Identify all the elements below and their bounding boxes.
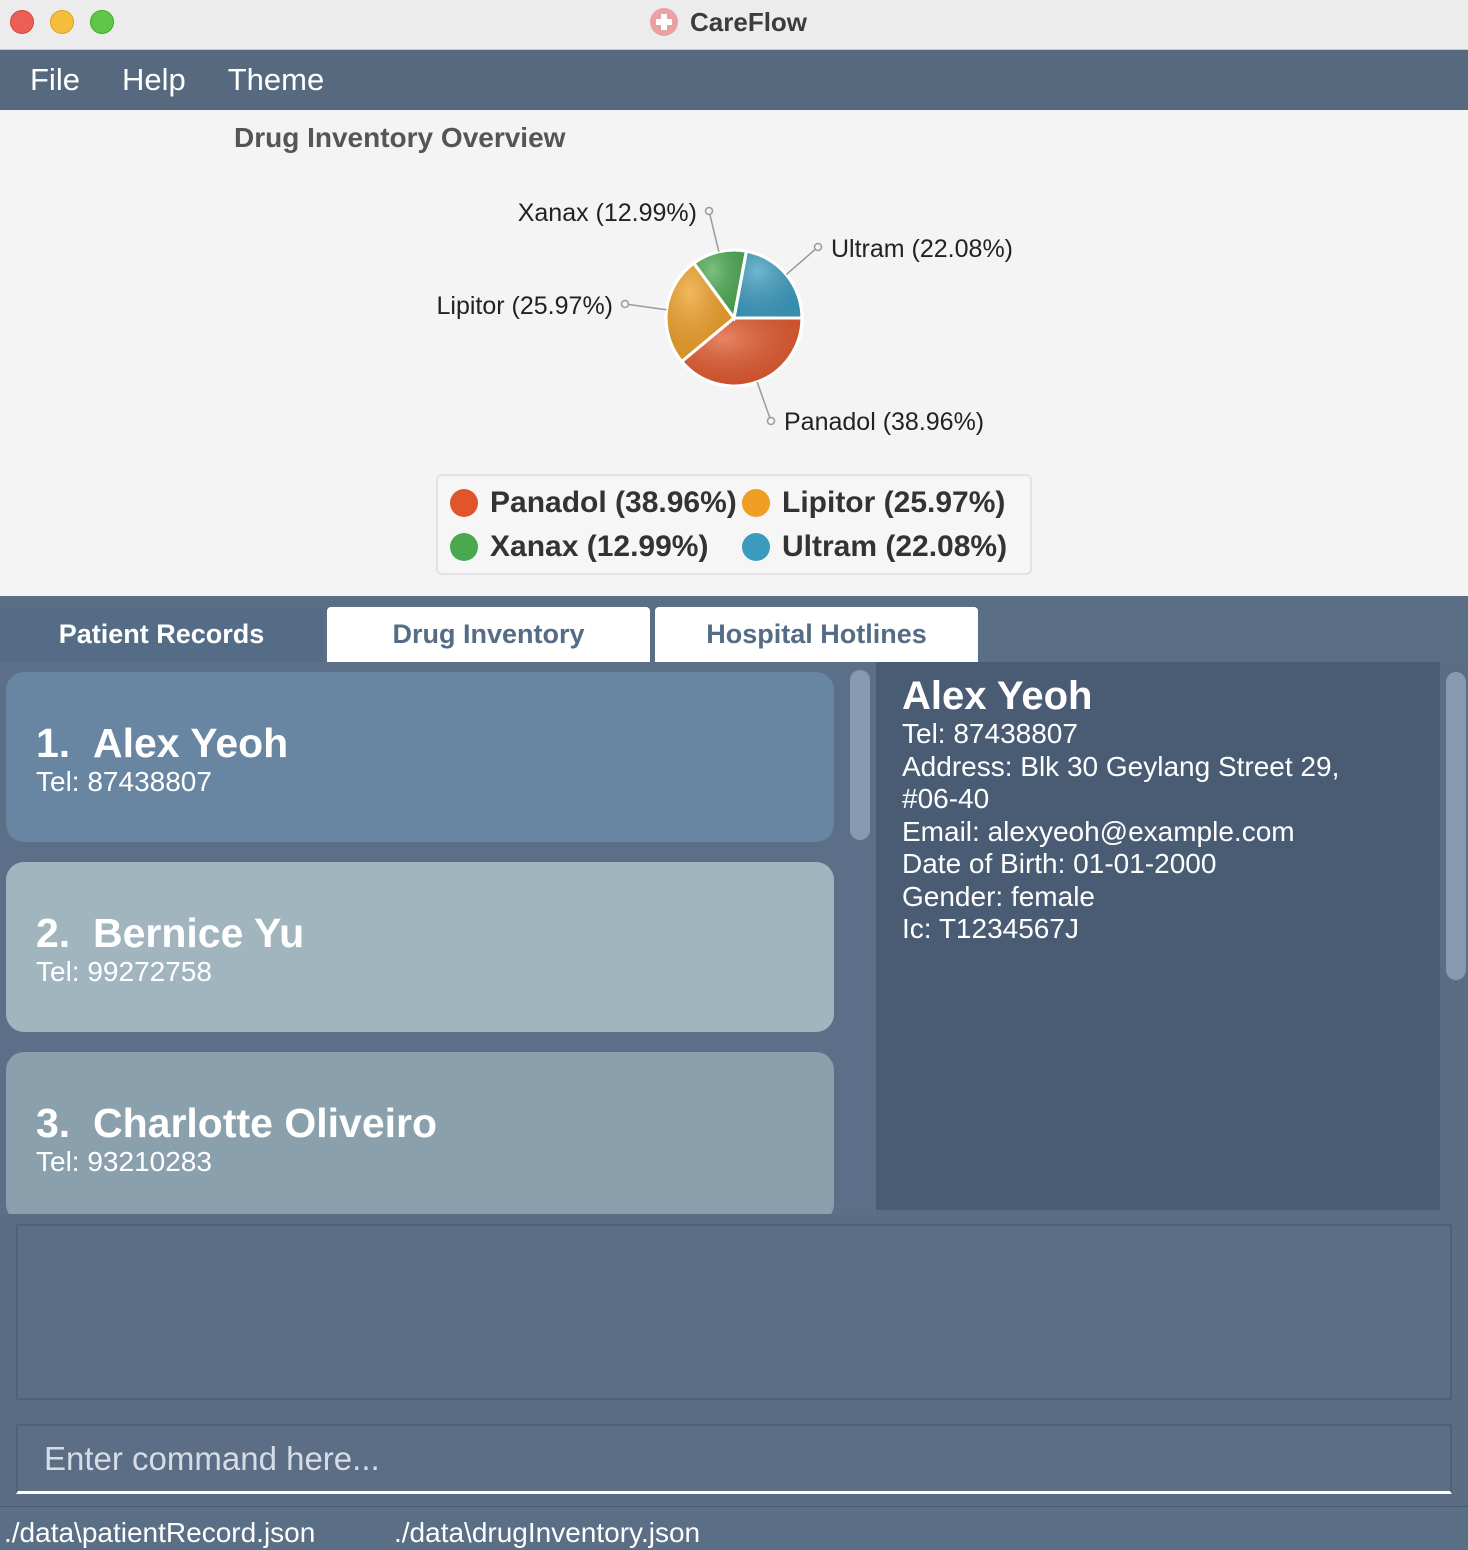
patient-card-tel: Tel: 99272758 — [36, 956, 212, 987]
detail-tel: Tel: 87438807 — [902, 718, 1078, 749]
menu-bar: File Help Theme — [0, 50, 1468, 110]
legend-swatch-lipitor — [742, 489, 770, 517]
pie-leader-line-ultram — [785, 246, 819, 276]
menu-file[interactable]: File — [30, 62, 80, 98]
pie-label-ultram: Ultram (22.08%) — [831, 235, 1013, 263]
patient-list-scrollbar[interactable] — [850, 670, 870, 840]
legend-item-lipitor: Lipitor (25.97%) — [742, 486, 1005, 520]
detail-scrollbar[interactable] — [1446, 672, 1466, 980]
legend-item-panadol: Panadol (38.96%) — [450, 486, 737, 520]
chart-legend: Panadol (38.96%) Lipitor (25.97%) Xanax … — [436, 474, 1032, 575]
tab-bar: Patient Records Drug Inventory Hospital … — [0, 596, 1468, 662]
detail-gender: Gender: female — [902, 880, 1095, 912]
patient-detail-panel: Alex Yeoh Tel: 87438807 Address: Blk 30 … — [876, 662, 1440, 1210]
pie-label-xanax: Xanax (12.99%) — [518, 199, 697, 227]
window-title-text: CareFlow — [690, 6, 808, 37]
legend-item-xanax: Xanax (12.99%) — [450, 530, 708, 564]
close-window-button[interactable] — [10, 10, 34, 34]
patient-card-name: 3. Charlotte Oliveiro — [36, 1100, 438, 1146]
patient-card-name: 2. Bernice Yu — [36, 910, 305, 956]
detail-email: Email: alexyeoh@example.com — [902, 815, 1295, 847]
minimize-window-button[interactable] — [50, 10, 74, 34]
pie-leader-line-lipitor — [624, 303, 667, 311]
pie-chart: Panadol (38.96%) Lipitor (25.97%) Xanax (1… — [437, 199, 1013, 436]
patient-card-tel: Tel: 87438807 — [36, 766, 212, 797]
legend-label-ultram: Ultram (22.08%) — [782, 530, 1008, 563]
tab-hospital-hotlines[interactable]: Hospital Hotlines — [655, 607, 978, 662]
menu-help[interactable]: Help — [122, 62, 186, 98]
drug-inventory-chart-panel: Drug Inventory Overview Panadol (38.96%)… — [0, 110, 1468, 596]
tab-patient-records[interactable]: Patient Records — [0, 607, 323, 662]
patient-card[interactable]: 3. Charlotte Oliveiro Tel: 93210283 — [6, 1052, 834, 1214]
detail-address-line2: #06-40 — [902, 783, 990, 814]
detail-ic: Ic: T1234567J — [902, 913, 1079, 944]
detail-name: Alex Yeoh — [902, 674, 1093, 718]
maximize-window-button[interactable] — [90, 10, 114, 34]
command-input[interactable] — [18, 1426, 1450, 1491]
detail-dob: Date of Birth: 01-01-2000 — [902, 848, 1217, 879]
legend-label-xanax: Xanax (12.99%) — [490, 530, 709, 563]
patient-file-path: ./data\patientRecord.json — [4, 1517, 316, 1548]
pie-label-panadol: Panadol (38.96%) — [784, 408, 984, 436]
pie-leader-dot-lipitor — [620, 299, 630, 309]
patient-card-tel: Tel: 93210283 — [36, 1146, 212, 1177]
pie-leader-line-panadol — [756, 381, 772, 422]
result-display — [16, 1224, 1452, 1400]
title-bar: CareFlow — [0, 0, 1468, 50]
legend-swatch-xanax — [450, 533, 478, 561]
drug-file-path: ./data\drugInventory.json — [394, 1517, 701, 1548]
medical-cross-icon — [650, 8, 678, 36]
patient-list[interactable]: 1. Alex Yeoh Tel: 87438807 2. Bernice Yu… — [0, 662, 876, 1214]
legend-swatch-ultram — [742, 533, 770, 561]
status-bar: ./data\patientRecord.json ./data\drugInv… — [0, 1506, 1468, 1550]
legend-swatch-panadol — [450, 489, 478, 517]
tab-drug-inventory[interactable]: Drug Inventory — [327, 607, 650, 662]
pie-leader-dot-xanax — [704, 206, 714, 216]
pie-leader-dot-ultram — [813, 242, 823, 252]
legend-label-lipitor: Lipitor (25.97%) — [782, 486, 1006, 519]
patient-card[interactable]: 2. Bernice Yu Tel: 99272758 — [6, 862, 834, 1032]
legend-label-panadol: Panadol (38.96%) — [490, 486, 737, 519]
pie-leader-dot-panadol — [766, 416, 776, 426]
window-title: CareFlow — [650, 6, 807, 38]
menu-theme[interactable]: Theme — [228, 62, 324, 98]
pie-leader-line-xanax — [708, 210, 720, 252]
detail-address-line1: Address: Blk 30 Geylang Street 29, — [902, 750, 1340, 782]
pie-slice-shading-ultram — [732, 249, 804, 320]
command-box — [16, 1424, 1452, 1494]
patient-card-selected[interactable]: 1. Alex Yeoh Tel: 87438807 — [6, 672, 834, 842]
legend-item-ultram: Ultram (22.08%) — [742, 530, 1007, 564]
pie-label-lipitor: Lipitor (25.97%) — [437, 292, 613, 320]
patient-card-name: 1. Alex Yeoh — [36, 720, 289, 766]
